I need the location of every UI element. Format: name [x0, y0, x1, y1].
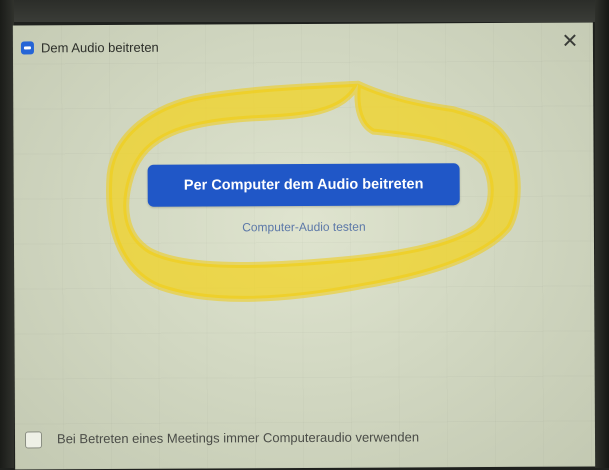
zoom-app-icon [20, 41, 34, 55]
test-computer-audio-link[interactable]: Computer-Audio testen [174, 219, 434, 235]
join-audio-dialog: Dem Audio beitreten ✕ Per Computer dem A… [12, 22, 596, 470]
always-use-computer-audio-label: Bei Betreten eines Meetings immer Comput… [56, 429, 420, 447]
screen-bezel-right [595, 0, 609, 468]
screen-bezel-left [0, 0, 14, 468]
yellow-highlight-annotation [106, 80, 521, 302]
dialog-title-bar: Dem Audio beitreten ✕ [13, 22, 593, 65]
always-use-computer-audio-checkbox[interactable] [24, 431, 43, 449]
screen-texture [12, 22, 596, 470]
dialog-title: Dem Audio beitreten [40, 39, 159, 56]
close-button[interactable]: ✕ [559, 31, 581, 53]
join-computer-audio-button[interactable]: Per Computer dem Audio beitreten [147, 163, 460, 207]
screen-bezel-top [0, 0, 609, 22]
close-icon: ✕ [561, 30, 579, 53]
